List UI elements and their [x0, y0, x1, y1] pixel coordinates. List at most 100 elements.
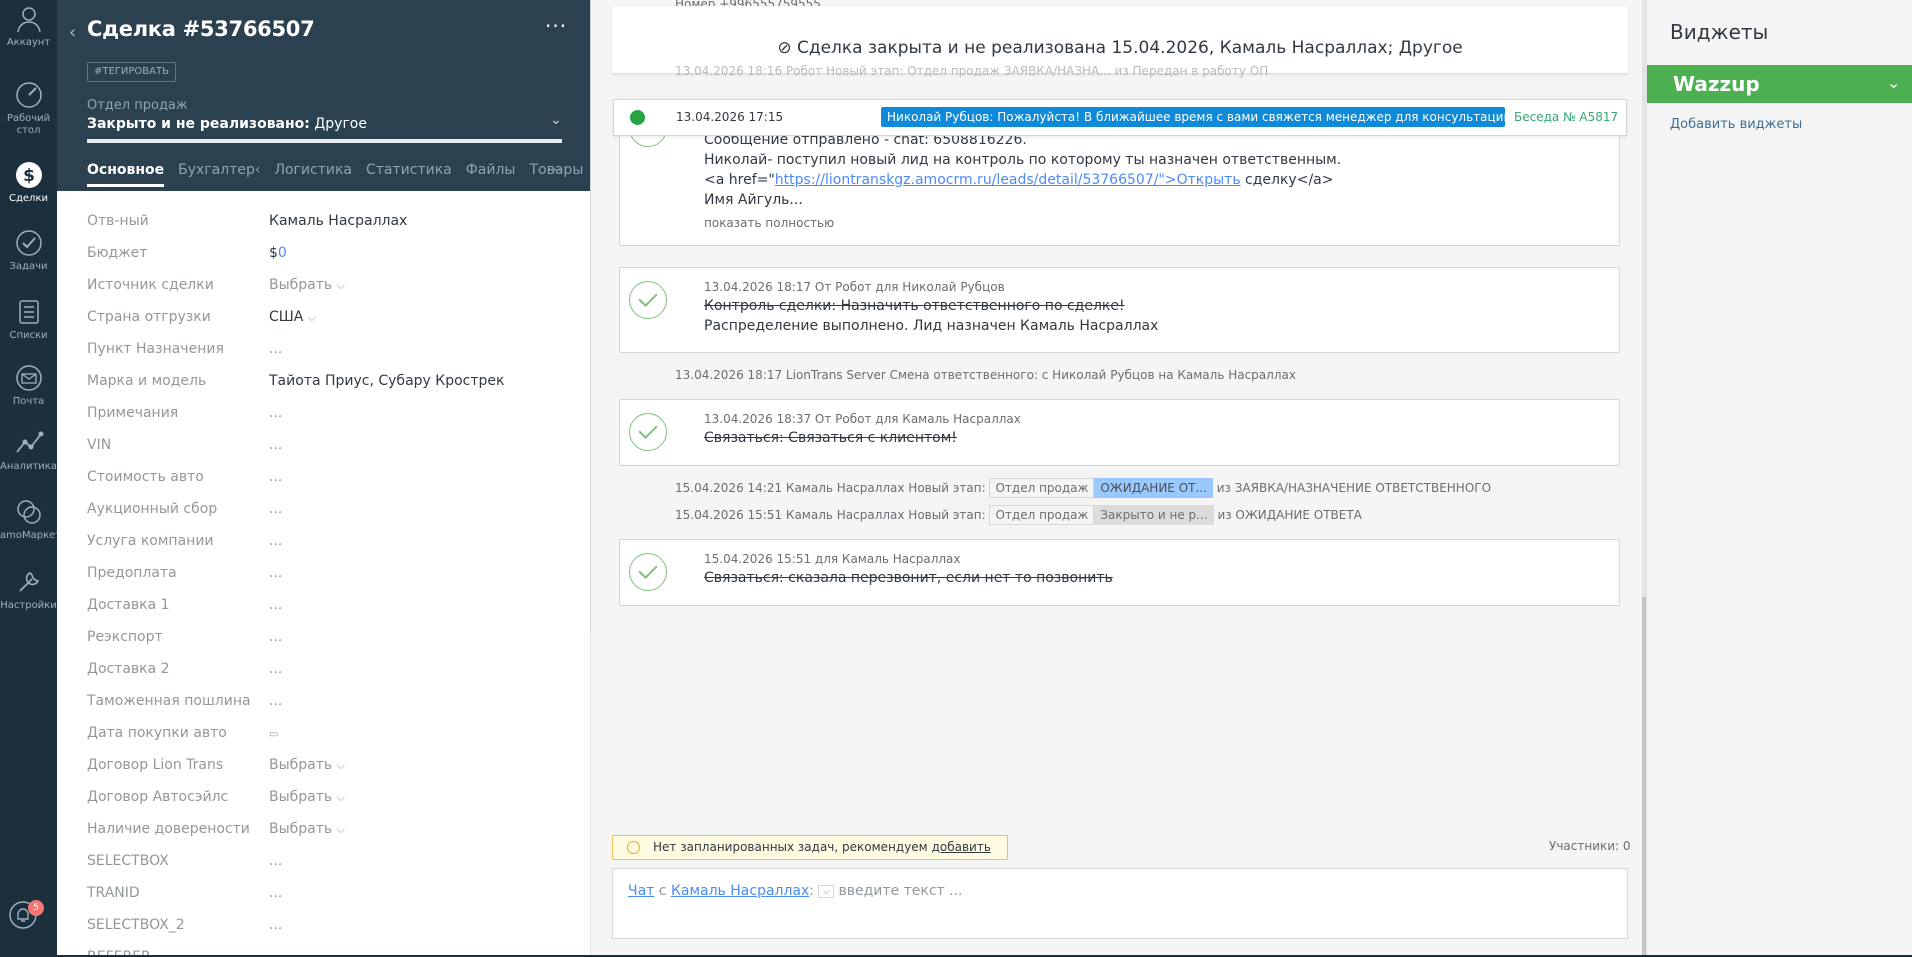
field-value[interactable]: ...	[269, 597, 282, 613]
field-power-of-attorney: Наличие доверености Выбрать ⌵	[87, 817, 557, 849]
tabs-more-button[interactable]: ···	[547, 160, 562, 179]
field-value[interactable]: ...	[269, 661, 282, 677]
nav-account[interactable]: Аккаунт	[0, 4, 57, 49]
field-value[interactable]: Тайота Приус, Субару Крострек	[269, 373, 504, 389]
recipient-link[interactable]: Камаль Насраллах	[671, 883, 809, 899]
closed-banner-text: ⊘ Сделка закрыта и не реализована 15.04.…	[612, 38, 1628, 58]
tab-files[interactable]: Файлы	[466, 162, 516, 178]
field-notes: Примечания...	[87, 401, 557, 433]
field-contract-autosales: Договор Автосэйлс Выбрать ⌵	[87, 785, 557, 817]
field-value[interactable]: ...	[269, 437, 282, 453]
field-label: TRANID	[87, 885, 140, 901]
tab-main[interactable]: Основное	[87, 162, 165, 187]
participants-count[interactable]: Участники: 0	[1549, 839, 1631, 853]
poa-select[interactable]: Выбрать ⌵	[269, 821, 345, 837]
tab-accounting[interactable]: Бухгалтер‹	[178, 162, 260, 178]
task-done-icon[interactable]	[629, 553, 667, 591]
tag-button[interactable]: #ТЕГИРОВАТЬ	[87, 62, 176, 82]
nav-lists[interactable]: Списки	[0, 297, 57, 342]
whatsapp-chat-bar[interactable]: 13.04.2026 17:15 Николай Рубцов: Пожалуй…	[613, 99, 1627, 136]
field-value[interactable]: Камаль Насраллах	[269, 213, 407, 229]
country-select[interactable]: США ⌵	[269, 309, 316, 325]
task-text: Контроль сделки: Назначить ответственног…	[704, 298, 1125, 314]
nav-label: Аналитика	[0, 461, 57, 472]
source-select[interactable]: Выбрать ⌵	[269, 277, 345, 293]
task-done-icon[interactable]	[629, 413, 667, 451]
select-value: Выбрать	[269, 757, 333, 773]
chevron-down-icon: ⌵	[336, 823, 345, 836]
add-widgets-link[interactable]: Добавить виджеты	[1670, 117, 1802, 132]
pipeline-chip: Отдел продаж	[989, 505, 1095, 525]
field-delivery-1: Доставка 1...	[87, 593, 557, 625]
field-value[interactable]: ...	[269, 917, 282, 933]
conversation-link[interactable]: Беседа № A5817	[1514, 110, 1618, 124]
field-selectbox: SELECTBOX...	[87, 849, 557, 881]
stage-suffix: из ОЖИДАНИЕ ОТВЕТА	[1217, 508, 1362, 522]
field-value[interactable]: ...	[269, 501, 282, 517]
field-value[interactable]: ...	[269, 533, 282, 549]
budget-input[interactable]: $0	[269, 245, 287, 261]
chevron-down-icon: ⌵	[336, 791, 345, 804]
task-note: 13.04.2026 18:37 От Робот для Камаль Нас…	[619, 399, 1620, 466]
no-tasks-notice: Нет запланированных задач, рекомендуем д…	[612, 835, 1008, 860]
wazzup-widget[interactable]: Wazzup ⌄	[1647, 65, 1912, 103]
activity-feed: Номер +996555759555... ⊘ Сделка закрыта …	[591, 0, 1646, 957]
chat-compose[interactable]: Чат с Камаль Насраллах: ⌵ введите текст …	[612, 868, 1628, 939]
status-bold: Закрыто и не реализовано:	[87, 116, 310, 132]
contract-select[interactable]: Выбрать ⌵	[269, 757, 345, 773]
task-meta: 13.04.2026 18:37 От Робот для Камаль Нас…	[704, 412, 1021, 426]
field-label: Договор Lion Trans	[87, 757, 224, 773]
contract-select[interactable]: Выбрать ⌵	[269, 789, 345, 805]
field-value[interactable]: ...	[269, 853, 282, 869]
nav-label: Рабочий стол	[6, 113, 51, 136]
status-select[interactable]: Закрыто и не реализовано: Другое	[87, 116, 367, 132]
calendar-icon[interactable]: ▭	[269, 729, 278, 740]
status-progress-bar	[87, 139, 562, 143]
stage-chip: ОЖИДАНИЕ ОТ...	[1094, 478, 1213, 498]
field-label: Таможенная пошлина	[87, 693, 251, 709]
chat-message-preview[interactable]: Николай Рубцов: Пожалуйста! В ближайшее …	[881, 107, 1505, 127]
chat-time: 13.04.2026 17:15	[676, 110, 784, 124]
show-more-link[interactable]: показать полностью	[704, 216, 834, 230]
pipeline-chip: Отдел продаж	[989, 478, 1095, 498]
field-value[interactable]: ...	[269, 565, 282, 581]
field-value[interactable]: ...	[269, 341, 282, 357]
stage-prefix: 15.04.2026 14:21 Камаль Насраллах Новый …	[675, 481, 986, 495]
message-line: Имя Айгуль...	[704, 192, 803, 208]
chevron-down-icon[interactable]: ⌄	[550, 112, 562, 128]
budget-amount: 0	[277, 245, 287, 261]
chat-type-link[interactable]: Чат	[628, 883, 654, 899]
tab-logistics[interactable]: Логистика	[274, 162, 352, 178]
field-prepayment: Предоплата...	[87, 561, 557, 593]
field-service: Услуга компании...	[87, 529, 557, 561]
task-text: Связаться: сказала перезвонит, если нет …	[704, 570, 1113, 586]
chevron-down-icon[interactable]: ⌵	[818, 884, 835, 898]
chevron-down-icon: ⌵	[336, 759, 345, 772]
task-done-icon[interactable]	[629, 281, 667, 319]
nav-analytics[interactable]: Аналитика	[0, 428, 57, 473]
deal-link[interactable]: https://liontranskgz.amocrm.ru/leads/det…	[775, 172, 1241, 188]
field-value[interactable]: ...	[269, 629, 282, 645]
nav-deals[interactable]: $ Сделки	[0, 160, 57, 205]
field-value[interactable]: ...	[269, 885, 282, 901]
more-menu-button[interactable]: ···	[545, 14, 567, 38]
mail-icon	[15, 365, 42, 391]
nav-label: Почта	[12, 396, 45, 407]
nav-tasks[interactable]: Задачи	[0, 228, 57, 273]
tab-statistics[interactable]: Статистика	[366, 162, 452, 178]
task-note: 13.04.2026 18:17 От Робот для Николай Ру…	[619, 267, 1620, 353]
settings-icon	[18, 572, 39, 592]
field-value[interactable]: ...	[269, 693, 282, 709]
nav-settings[interactable]: Настройки	[0, 567, 57, 612]
nav-dashboard[interactable]: Рабочий стол	[0, 80, 57, 137]
chevron-down-icon[interactable]: ⌄	[1887, 73, 1900, 92]
select-value: США	[269, 309, 304, 325]
add-task-link[interactable]: добавить	[932, 840, 991, 854]
field-label: Предоплата	[87, 565, 177, 581]
field-value[interactable]: ...	[269, 469, 282, 485]
field-value[interactable]: ...	[269, 405, 282, 421]
compose-placeholder[interactable]: введите текст ...	[839, 883, 963, 899]
nav-mail[interactable]: Почта	[0, 363, 57, 408]
back-arrow-icon[interactable]: ‹	[69, 22, 76, 43]
nav-market[interactable]: amoМаркет	[0, 497, 57, 542]
